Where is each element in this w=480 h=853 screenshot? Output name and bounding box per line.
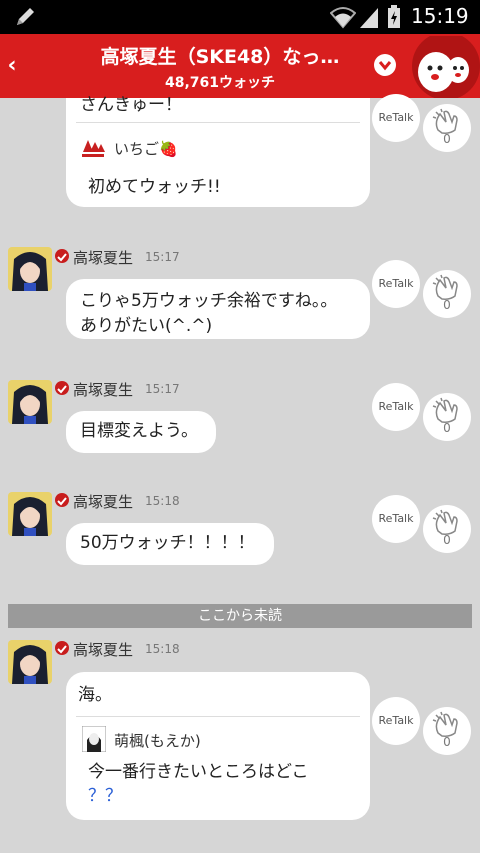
verified-check-icon [55, 249, 69, 263]
message-text: さんきゅー！ [80, 95, 182, 115]
mascot-icon[interactable] [402, 36, 480, 98]
clock: 15:19 [411, 4, 469, 28]
user-name[interactable]: 高塚夏生 [73, 379, 133, 400]
channel-title: 高塚夏生（SKE48）なっ… [100, 46, 340, 68]
retalk-button[interactable]: ReTalk [372, 260, 420, 308]
watch-button[interactable]: 0 [423, 393, 471, 441]
clap-icon [432, 711, 458, 737]
message-bubble[interactable]: 目標変えよう。 [66, 411, 216, 453]
avatar[interactable] [8, 380, 52, 424]
user-name[interactable]: 高塚夏生 [73, 491, 133, 512]
signal-icon [360, 8, 378, 28]
clap-icon [432, 397, 458, 423]
quoted-user-name: いちご🍓 [114, 140, 178, 158]
retalk-button[interactable]: ReTalk [372, 495, 420, 543]
avatar[interactable] [8, 640, 52, 684]
message-text: 目標変えよう。 [80, 421, 198, 441]
divider-line [76, 122, 360, 123]
watch-button[interactable]: 0 [423, 707, 471, 755]
clap-icon [432, 108, 458, 134]
message-bubble[interactable]: 50万ウォッチ！！！！ [66, 523, 274, 565]
retalk-button[interactable]: ReTalk [372, 94, 420, 142]
message-text: 50万ウォッチ！！！！ [80, 533, 255, 553]
timestamp: 15:17 [145, 382, 180, 396]
pencil-icon [17, 8, 34, 25]
user-avatar-icon [82, 726, 106, 752]
clap-icon [432, 274, 458, 300]
retalk-button[interactable]: ReTalk [372, 697, 420, 745]
divider-line [76, 716, 360, 717]
quoted-text: 今一番行きたいところはどこ ？？ [88, 762, 309, 806]
message-bubble[interactable]: さんきゅー！ いちご🍓 初めてウォッチ!! [66, 95, 370, 207]
timestamp: 15:17 [145, 250, 180, 264]
user-avatar-icon [80, 136, 106, 160]
dropdown-icon [378, 61, 392, 71]
back-button[interactable]: ‹ [2, 48, 22, 84]
dropdown-button[interactable] [374, 54, 396, 76]
timestamp: 15:18 [145, 642, 180, 656]
watch-button[interactable]: 0 [423, 505, 471, 553]
watch-count: 48,761ウォッチ [164, 75, 276, 91]
timestamp: 15:18 [145, 494, 180, 508]
message-bubble[interactable]: こりゃ5万ウォッチ余裕ですね。。 ありがたい(^.^) [66, 279, 370, 339]
verified-check-icon [55, 493, 69, 507]
wifi-icon [330, 7, 356, 29]
unread-divider: ここから未読 [8, 604, 472, 628]
back-icon: ‹ [7, 53, 17, 78]
avatar[interactable] [8, 247, 52, 291]
watch-button[interactable]: 0 [423, 270, 471, 318]
verified-check-icon [55, 641, 69, 655]
quoted-text: 初めてウォッチ!! [88, 177, 221, 197]
quoted-user-name: 萌楓(もえか) [114, 732, 201, 750]
status-bar: 15:19 [0, 0, 480, 34]
user-name[interactable]: 高塚夏生 [73, 639, 133, 660]
message-text: 海。 [78, 685, 112, 705]
watch-button[interactable]: 0 [423, 104, 471, 152]
app-header: ‹ 高塚夏生（SKE48）なっ… 48,761ウォッチ [0, 34, 480, 98]
battery-charging-icon [388, 5, 400, 28]
user-name[interactable]: 高塚夏生 [73, 247, 133, 268]
avatar[interactable] [8, 492, 52, 536]
clap-icon [432, 509, 458, 535]
message-bubble[interactable]: 海。 萌楓(もえか) 今一番行きたいところはどこ ？？ [66, 672, 370, 820]
verified-check-icon [55, 381, 69, 395]
retalk-button[interactable]: ReTalk [372, 383, 420, 431]
message-text: こりゃ5万ウォッチ余裕ですね。。 ありがたい(^.^) [80, 291, 338, 336]
